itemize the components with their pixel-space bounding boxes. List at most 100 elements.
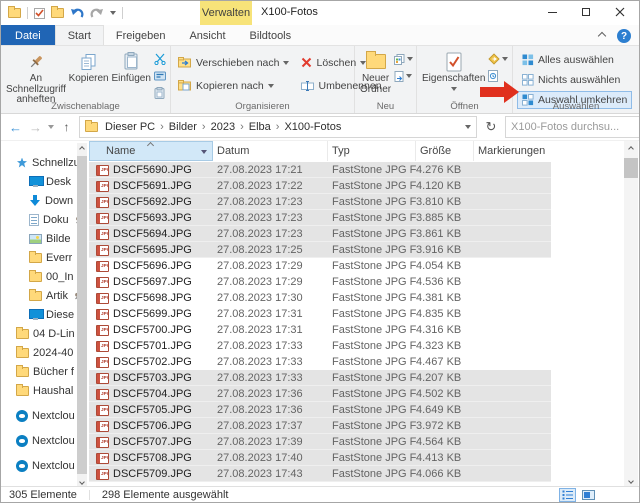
move-to-button[interactable]: Verschieben nach xyxy=(175,53,292,72)
new-item-button[interactable] xyxy=(392,52,415,66)
sidebar-item[interactable]: Schnellzu xyxy=(1,153,89,172)
file-row[interactable]: DSCF5708.JPG 27.08.2023 17:40 FastStone … xyxy=(89,450,551,466)
file-row[interactable]: DSCF5705.JPG 27.08.2023 17:36 FastStone … xyxy=(89,402,551,418)
sidebar-scrollbar-thumb[interactable] xyxy=(77,156,87,474)
paste-button[interactable]: Einfügen xyxy=(110,49,152,87)
column-header-datum-label: Datum xyxy=(217,145,249,157)
close-button[interactable] xyxy=(603,1,637,23)
sidebar-item[interactable]: Diese xyxy=(1,305,89,324)
ribbon-context-verwalten[interactable]: Verwalten xyxy=(200,1,252,25)
file-name: DSCF5697.JPG xyxy=(113,276,213,288)
file-row[interactable]: DSCF5695.JPG 27.08.2023 17:25 FastStone … xyxy=(89,242,551,258)
cut-button[interactable] xyxy=(152,52,168,66)
help-icon[interactable]: ? xyxy=(617,29,631,43)
sidebar-item[interactable]: 04 D-Lin xyxy=(1,324,89,343)
pin-to-quick-access-button[interactable]: An Schnellzugriff anheften xyxy=(5,49,67,108)
select-none-button[interactable]: Nichts auswählen xyxy=(517,71,632,89)
collapse-ribbon-icon[interactable] xyxy=(598,32,606,40)
sidebar-item[interactable]: Nextclou xyxy=(1,456,89,475)
file-row[interactable]: DSCF5704.JPG 27.08.2023 17:36 FastStone … xyxy=(89,386,551,402)
breadcrumb-item[interactable]: Dieser PC xyxy=(101,121,159,133)
breadcrumb-item[interactable]: Bilder xyxy=(165,121,201,133)
new-folder-qat-icon[interactable] xyxy=(51,8,64,18)
sidebar-scroll-up-icon[interactable] xyxy=(80,143,84,155)
tab-freigeben[interactable]: Freigeben xyxy=(104,25,178,45)
sidebar-item[interactable]: Bücher f xyxy=(1,362,89,381)
file-row[interactable]: DSCF5693.JPG 27.08.2023 17:23 FastStone … xyxy=(89,210,551,226)
sidebar-item[interactable]: 2024-40 xyxy=(1,343,89,362)
column-header-groesse[interactable]: Größe xyxy=(416,141,474,161)
file-row[interactable]: DSCF5691.JPG 27.08.2023 17:22 FastStone … xyxy=(89,178,551,194)
easy-access-button[interactable] xyxy=(392,69,415,83)
properties-button[interactable]: Eigenschaften xyxy=(421,49,486,93)
file-row[interactable]: DSCF5706.JPG 27.08.2023 17:37 FastStone … xyxy=(89,418,551,434)
forward-button[interactable]: → xyxy=(28,120,43,135)
copy-button[interactable]: Kopieren xyxy=(67,49,111,87)
paste-shortcut-button[interactable] xyxy=(152,86,168,100)
qat-customize-caret-icon[interactable] xyxy=(110,11,116,15)
file-type: FastStone JPG File xyxy=(328,180,416,192)
breadcrumb-item[interactable]: 2023 xyxy=(207,121,239,133)
file-row[interactable]: DSCF5694.JPG 27.08.2023 17:23 FastStone … xyxy=(89,226,551,242)
file-row[interactable]: DSCF5709.JPG 27.08.2023 17:43 FastStone … xyxy=(89,466,551,482)
undo-icon[interactable] xyxy=(70,7,84,20)
redo-icon[interactable] xyxy=(90,7,104,20)
file-row[interactable]: DSCF5699.JPG 27.08.2023 17:31 FastStone … xyxy=(89,306,551,322)
column-header-datum[interactable]: Datum xyxy=(213,141,328,161)
file-row[interactable]: DSCF5690.JPG 27.08.2023 17:21 FastStone … xyxy=(89,162,551,178)
minimize-button[interactable] xyxy=(535,1,569,23)
refresh-button[interactable]: ↻ xyxy=(482,119,500,135)
open-button[interactable] xyxy=(486,52,510,66)
sidebar-item[interactable]: Bilde xyxy=(1,229,89,248)
properties-check-icon[interactable] xyxy=(34,8,45,19)
sidebar-item[interactable]: Nextclou xyxy=(1,406,89,425)
tab-ansicht[interactable]: Ansicht xyxy=(177,25,237,45)
tab-start[interactable]: Start xyxy=(55,25,104,45)
sidebar-item[interactable]: Nextclou xyxy=(1,431,89,450)
up-button[interactable]: ↑ xyxy=(59,120,74,135)
column-header-markierungen[interactable]: Markierungen xyxy=(474,141,551,161)
file-row[interactable]: DSCF5701.JPG 27.08.2023 17:33 FastStone … xyxy=(89,338,551,354)
sidebar-item[interactable]: Desk xyxy=(1,172,89,191)
sidebar-item[interactable]: Artik xyxy=(1,286,89,305)
sidebar-item[interactable]: Doku xyxy=(1,210,89,229)
column-header-typ[interactable]: Typ xyxy=(328,141,416,161)
name-filter-caret-icon[interactable] xyxy=(201,150,207,154)
large-icons-view-button[interactable] xyxy=(580,488,597,502)
address-box[interactable]: Dieser PC › Bilder › 2023 › Elba › X100-… xyxy=(79,116,477,138)
file-size: 4.054 KB xyxy=(416,260,474,272)
column-header-name[interactable]: Name xyxy=(89,141,213,161)
file-row[interactable]: DSCF5703.JPG 27.08.2023 17:33 FastStone … xyxy=(89,370,551,386)
file-row[interactable]: DSCF5698.JPG 27.08.2023 17:30 FastStone … xyxy=(89,290,551,306)
sidebar-item[interactable]: Down xyxy=(1,191,89,210)
copy-path-button[interactable] xyxy=(152,69,168,83)
list-scroll-up-icon[interactable] xyxy=(624,142,638,155)
file-row[interactable]: DSCF5697.JPG 27.08.2023 17:29 FastStone … xyxy=(89,274,551,290)
sidebar-item[interactable]: Haushal xyxy=(1,381,89,400)
search-input[interactable] xyxy=(511,121,640,133)
sidebar-scroll-down-icon[interactable] xyxy=(80,476,84,488)
folder-icon[interactable] xyxy=(8,8,21,18)
sidebar-item[interactable]: 00_In xyxy=(1,267,89,286)
file-row[interactable]: DSCF5707.JPG 27.08.2023 17:39 FastStone … xyxy=(89,434,551,450)
file-row[interactable]: DSCF5700.JPG 27.08.2023 17:31 FastStone … xyxy=(89,322,551,338)
file-row[interactable]: DSCF5692.JPG 27.08.2023 17:23 FastStone … xyxy=(89,194,551,210)
new-folder-button[interactable]: Neuer Ordner xyxy=(359,49,392,97)
recent-locations-caret-icon[interactable] xyxy=(48,125,54,129)
details-view-button[interactable] xyxy=(559,488,576,502)
file-row[interactable]: DSCF5702.JPG 27.08.2023 17:33 FastStone … xyxy=(89,354,551,370)
back-button[interactable]: ← xyxy=(8,120,23,135)
copy-to-button[interactable]: Kopieren nach xyxy=(175,76,292,95)
list-scrollbar[interactable] xyxy=(624,141,638,488)
tab-datei[interactable]: Datei xyxy=(1,25,55,45)
maximize-button[interactable] xyxy=(569,1,603,23)
file-row[interactable]: DSCF5696.JPG 27.08.2023 17:29 FastStone … xyxy=(89,258,551,274)
address-dropdown-caret-icon[interactable] xyxy=(465,125,471,129)
sidebar-scrollbar[interactable] xyxy=(77,143,87,488)
breadcrumb-item[interactable]: Elba xyxy=(245,121,275,133)
list-scrollbar-thumb[interactable] xyxy=(624,158,638,178)
sidebar-item[interactable]: Everr xyxy=(1,248,89,267)
select-all-button[interactable]: Alles auswählen xyxy=(517,51,632,69)
tab-bildtools[interactable]: Bildtools xyxy=(238,25,304,45)
breadcrumb-item[interactable]: X100-Fotos xyxy=(280,121,345,133)
